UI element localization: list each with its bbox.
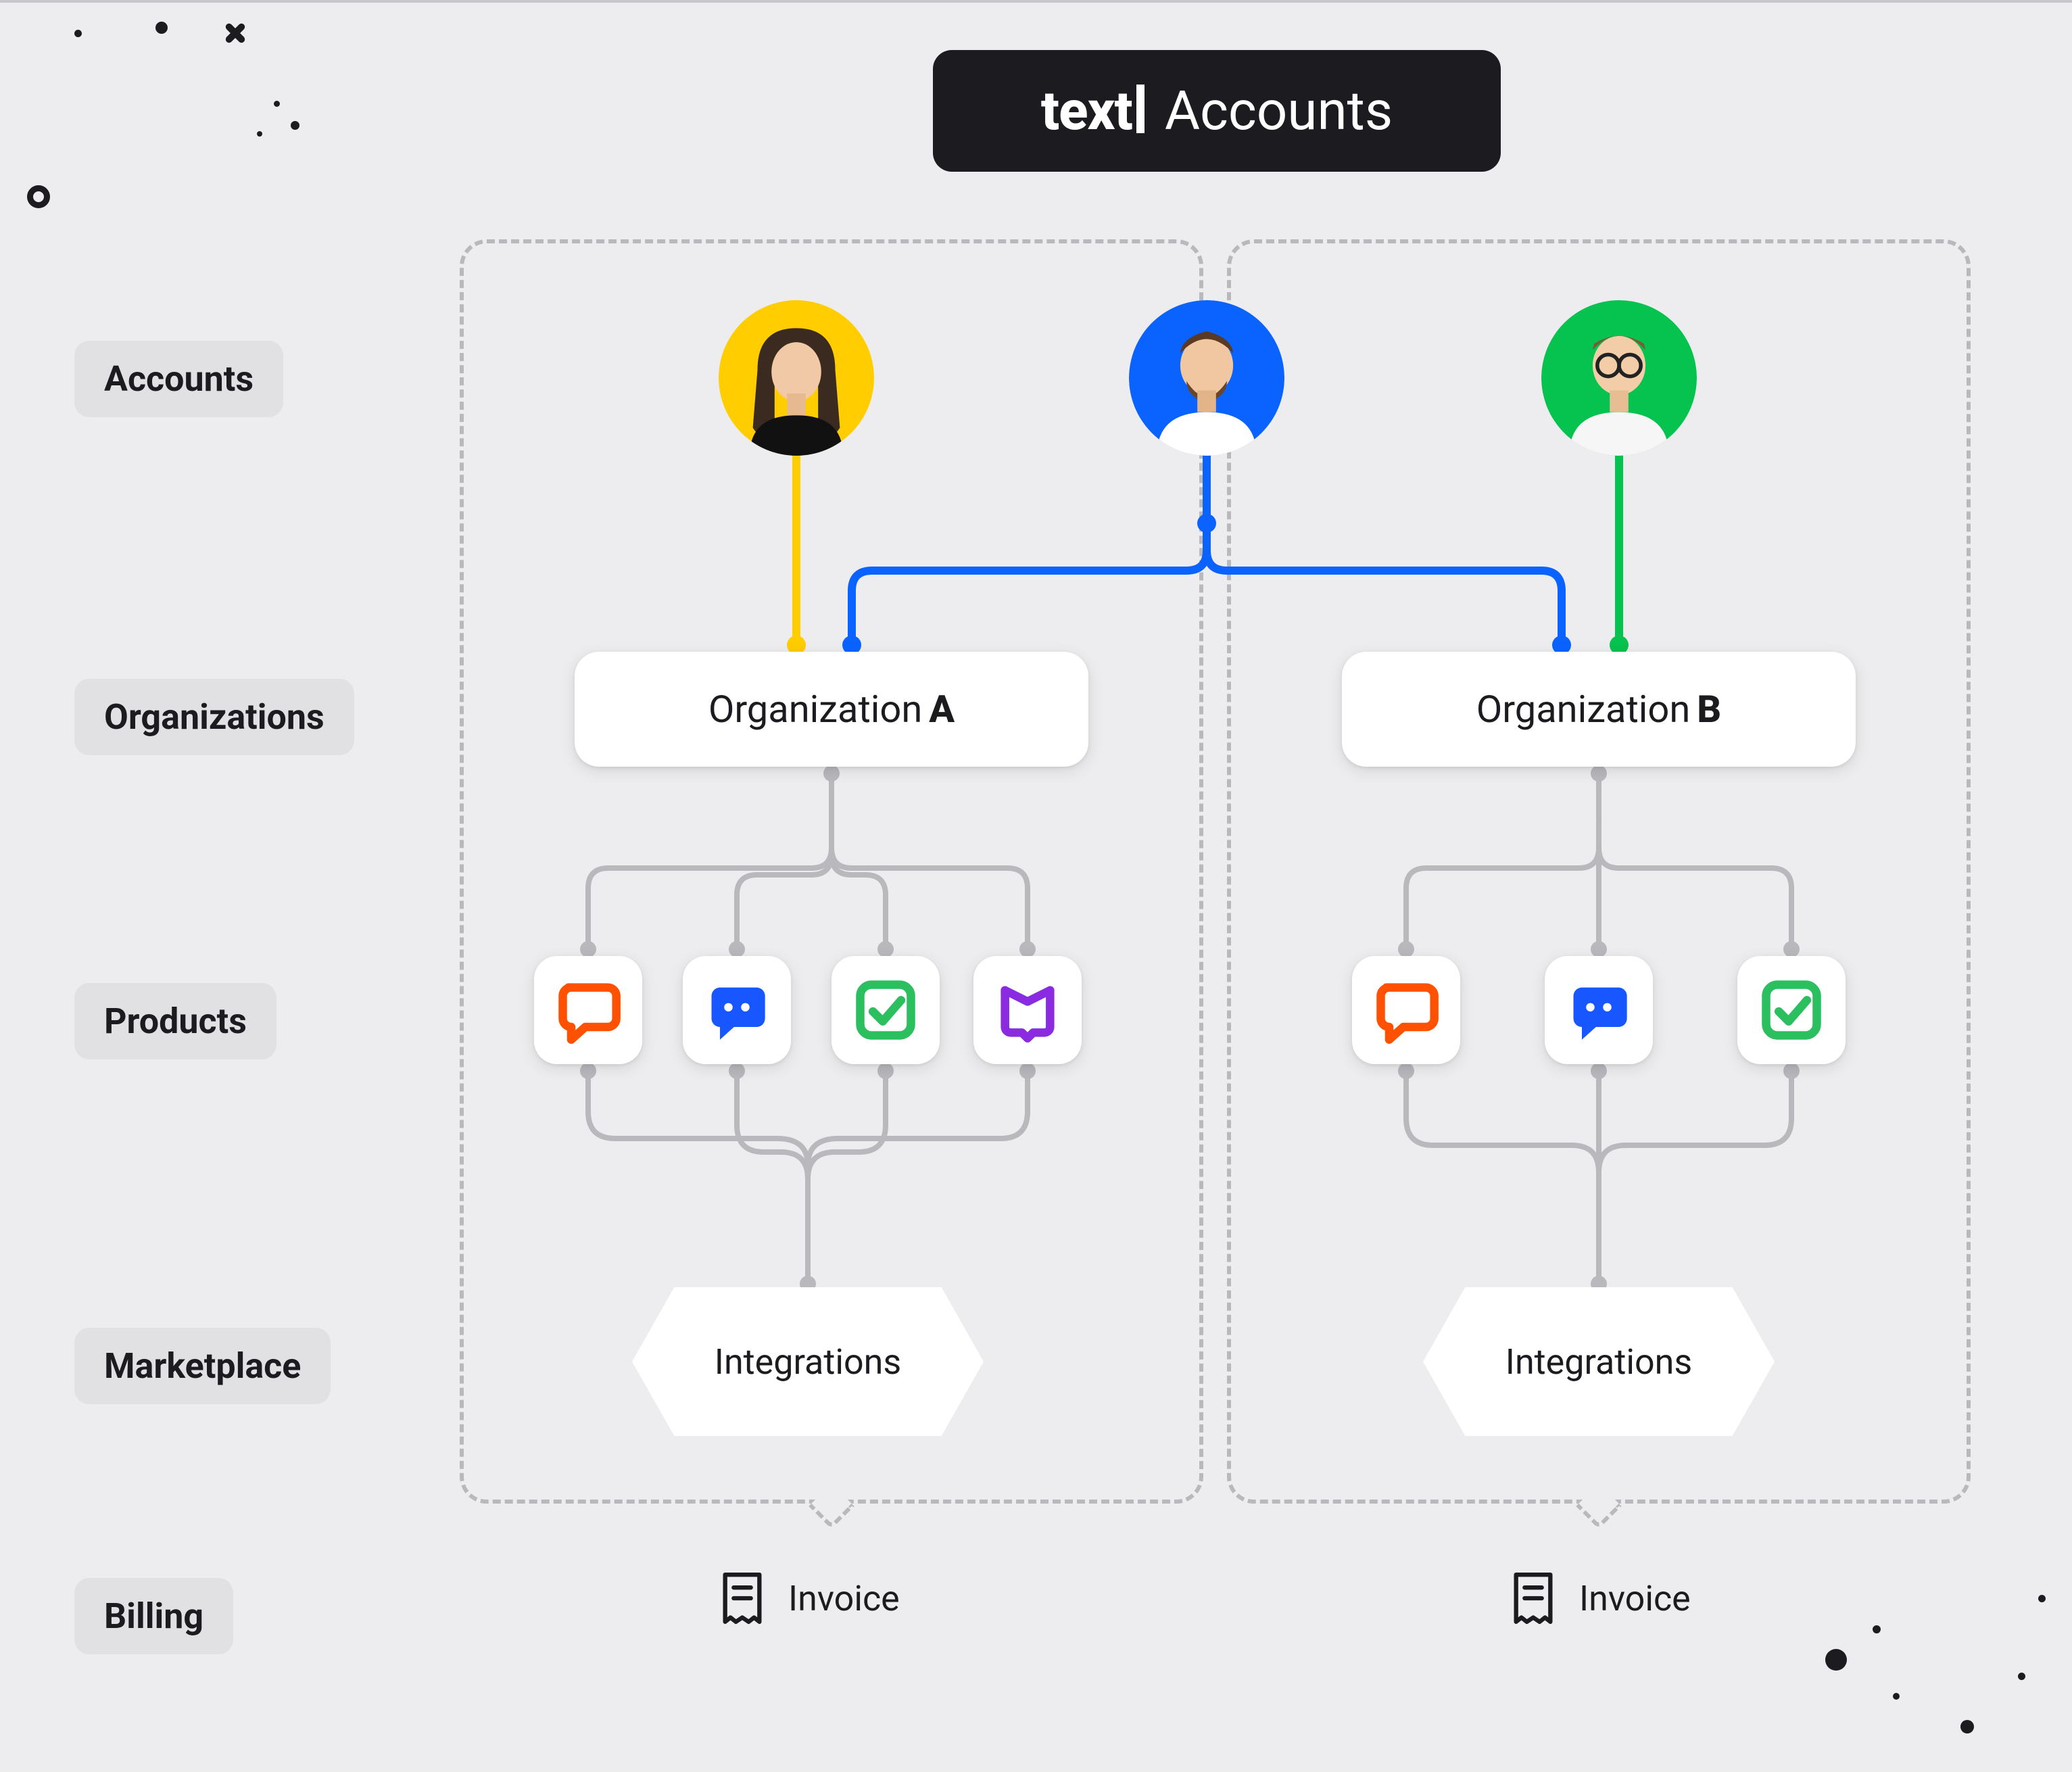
speck — [1893, 1693, 1900, 1700]
product-chatbot-b — [1545, 956, 1653, 1064]
org-card-a: Organization A — [575, 652, 1088, 767]
integrations-b-label: Integrations — [1505, 1341, 1692, 1383]
org-b-prefix: Organization — [1476, 687, 1690, 732]
brand-text: text — [1041, 79, 1132, 143]
avatar-user-2 — [1129, 300, 1284, 456]
speck — [257, 131, 262, 137]
row-label-billing: Billing — [74, 1578, 233, 1654]
org-a-prefix: Organization — [708, 687, 922, 732]
org-card-b: Organization B — [1342, 652, 1856, 767]
receipt-icon — [717, 1570, 768, 1627]
header-title: Accounts — [1165, 79, 1393, 143]
integrations-a-label: Integrations — [715, 1341, 901, 1383]
row-label-marketplace: Marketplace — [74, 1328, 331, 1404]
product-chatbot-a — [683, 956, 791, 1064]
invoice-b-label: Invoice — [1579, 1578, 1691, 1619]
panel-pointer — [1576, 1483, 1622, 1529]
speck — [274, 101, 280, 107]
speck — [2018, 1673, 2025, 1680]
panel-pointer — [809, 1483, 854, 1529]
product-livechat-b — [1352, 956, 1460, 1064]
speck — [2038, 1595, 2046, 1602]
speck — [74, 30, 82, 37]
avatar-user-3 — [1541, 300, 1697, 456]
brand-logo: text — [1041, 79, 1145, 143]
avatar-user-1 — [719, 300, 874, 456]
product-helpdesk-a — [832, 956, 940, 1064]
receipt-icon — [1508, 1570, 1559, 1627]
speck — [155, 22, 168, 34]
org-a-bold: A — [929, 687, 955, 732]
speck — [291, 121, 299, 130]
header-pill: text Accounts — [933, 50, 1501, 172]
row-label-organizations: Organizations — [74, 679, 354, 755]
speck — [1873, 1625, 1881, 1633]
speck — [1960, 1720, 1974, 1733]
speck — [27, 185, 50, 208]
cursor-icon — [1136, 85, 1145, 133]
speck — [1825, 1649, 1847, 1671]
product-helpdesk-b — [1737, 956, 1846, 1064]
product-livechat-a — [534, 956, 642, 1064]
invoice-a-label: Invoice — [788, 1578, 900, 1619]
integrations-a: Integrations — [632, 1287, 984, 1436]
invoice-a: Invoice — [717, 1570, 900, 1627]
invoice-b: Invoice — [1508, 1570, 1691, 1627]
org-b-bold: B — [1697, 687, 1721, 732]
integrations-b: Integrations — [1423, 1287, 1775, 1436]
diagram-stage: text Accounts Accounts Organizations Pro… — [0, 0, 2072, 1769]
product-knowledge-a — [973, 956, 1082, 1064]
row-label-products: Products — [74, 983, 276, 1059]
row-label-accounts: Accounts — [74, 341, 283, 417]
